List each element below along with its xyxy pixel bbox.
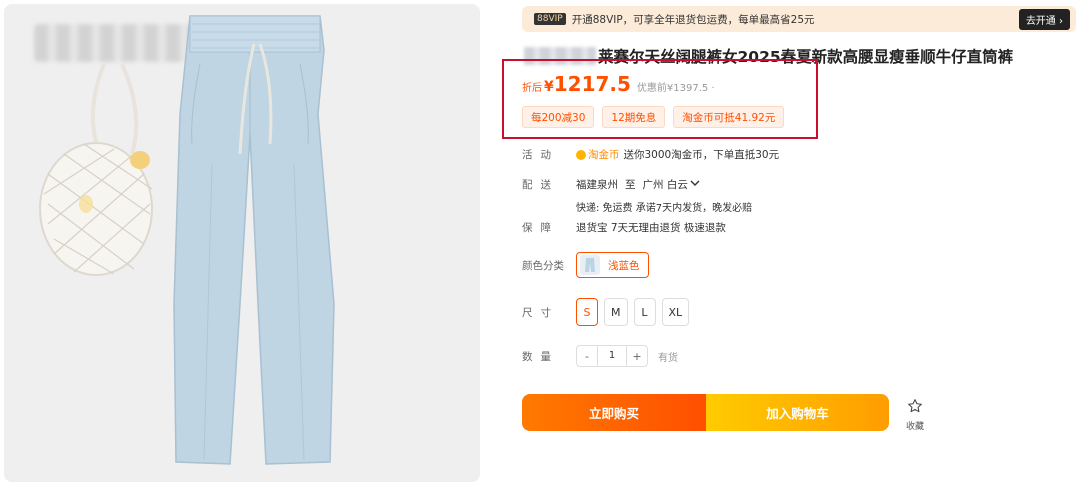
size-label: 尺寸 — [522, 306, 559, 319]
quantity-row: 数量 - 1 + 有货 — [522, 345, 678, 367]
activity-label: 活动 — [522, 149, 559, 161]
delivery-destination[interactable]: 广州 白云 — [643, 177, 688, 192]
product-image[interactable] — [4, 4, 480, 482]
stock-status: 有货 — [658, 352, 678, 364]
favorite-label: 收藏 — [905, 422, 924, 432]
activity-text: 送你3000淘金币，下单直抵30元 — [623, 149, 780, 161]
color-label: 颜色分类 — [522, 259, 564, 272]
activity-row: 活动 淘金币 送你3000淘金币，下单直抵30元 — [522, 147, 779, 162]
size-option-m[interactable]: M — [604, 298, 628, 326]
delivery-to-word: 至 — [625, 179, 636, 191]
vip-open-button[interactable]: 去开通 › — [1018, 8, 1070, 30]
discounted-price: 1217.5 — [553, 72, 631, 96]
quantity-label: 数量 — [522, 350, 559, 363]
color-option-label: 浅蓝色 — [608, 259, 640, 272]
price-prefix: 折后 — [522, 83, 542, 94]
guarantee-row: 保障 退货宝 7天无理由退货 极速退款 — [522, 220, 726, 235]
gold-coin-icon — [576, 149, 586, 160]
quantity-decrease-button[interactable]: - — [577, 350, 597, 363]
promo-tag[interactable]: 淘金币可抵41.92元 — [673, 106, 785, 128]
promo-tag[interactable]: 12期免息 — [602, 106, 666, 128]
chevron-down-icon[interactable] — [690, 179, 700, 190]
favorite-button[interactable]: 收藏 — [898, 398, 932, 432]
vip-promo-text: 开通88VIP，可享全年退货包运费，每单最高省25元 — [571, 13, 815, 26]
currency-symbol: ¥ — [544, 79, 554, 95]
size-option-xl[interactable]: XL — [661, 298, 690, 326]
size-option-l[interactable]: L — [633, 298, 656, 326]
guarantee-label: 保障 — [522, 222, 559, 234]
original-price: 优惠前¥1397.5 · — [636, 83, 715, 94]
promo-tag[interactable]: 每200减30 — [522, 106, 595, 128]
price-line: 折后 ¥ 1217.5 优惠前¥1397.5 · — [522, 72, 715, 96]
product-photo — [39, 15, 335, 465]
coin-name: 淘金币 — [588, 149, 620, 161]
color-row: 颜色分类 浅蓝色 — [522, 252, 649, 278]
vip-banner[interactable]: 88VIP 开通88VIP，可享全年退货包运费，每单最高省25元 去开通 › — [522, 6, 1076, 32]
star-icon — [907, 398, 923, 417]
net-bag-icon — [39, 63, 153, 276]
quantity-increase-button[interactable]: + — [627, 350, 647, 363]
promo-tags: 每200减30 12期免息 淘金币可抵41.92元 — [522, 106, 785, 128]
color-option-selected[interactable]: 浅蓝色 — [576, 252, 649, 278]
size-option-s[interactable]: S — [576, 298, 598, 326]
color-thumbnail — [580, 255, 600, 275]
size-row: 尺寸 S M L XL — [522, 298, 695, 326]
guarantee-text: 退货宝 7天无理由退货 极速退款 — [576, 222, 726, 234]
delivery-row: 配送 福建泉州 至 广州 白云 — [522, 177, 700, 192]
quantity-input[interactable]: 1 — [597, 346, 627, 366]
jeans-illustration — [173, 15, 335, 465]
delivery-detail: 快递: 免运费 承诺7天内发货，晚发必赔 — [576, 203, 753, 214]
vip-badge: 88VIP — [534, 13, 566, 25]
buy-now-button[interactable]: 立即购买 — [522, 394, 706, 431]
add-to-cart-button[interactable]: 加入购物车 — [706, 394, 889, 431]
delivery-label: 配送 — [522, 179, 559, 191]
delivery-origin: 福建泉州 — [576, 179, 618, 191]
quantity-stepper: - 1 + — [576, 345, 648, 367]
